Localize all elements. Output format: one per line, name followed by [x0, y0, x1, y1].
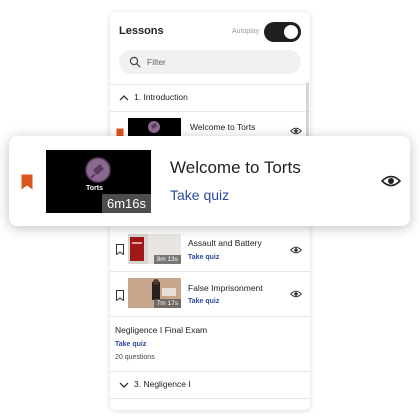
divider: [110, 371, 310, 372]
section-label: 3. Negligence I: [134, 379, 191, 389]
chevron-down-icon: [119, 382, 129, 388]
autoplay-toggle[interactable]: [264, 22, 301, 42]
video-duration: 6m16s: [101, 194, 151, 213]
divider: [110, 84, 310, 85]
divider: [110, 398, 310, 399]
scrollbar[interactable]: [306, 82, 309, 142]
question-count: 20 questions: [115, 354, 155, 361]
divider: [110, 271, 310, 272]
eye-icon[interactable]: [290, 126, 302, 136]
filter-input[interactable]: [147, 54, 287, 70]
panel-header: Lessons Autoplay: [110, 12, 310, 52]
take-quiz-link[interactable]: Take quiz: [188, 254, 219, 261]
take-quiz-link[interactable]: Take quiz: [188, 298, 219, 305]
video-duration: 9m 13s: [153, 255, 181, 264]
eye-icon[interactable]: [381, 173, 401, 189]
panel-title: Lessons: [119, 25, 164, 37]
lesson-item-assault[interactable]: 9m 13s Assault and Battery Take quiz: [110, 230, 310, 272]
exam-item[interactable]: Negligence I Final Exam Take quiz 20 que…: [110, 319, 310, 369]
bookmark-icon[interactable]: [21, 174, 33, 190]
section-negligence-i[interactable]: 3. Negligence I: [110, 374, 310, 396]
lesson-detail-card[interactable]: Torts 6m16s Welcome to Torts Take quiz: [9, 136, 410, 226]
bookmark-icon[interactable]: [116, 290, 124, 301]
bookmark-icon[interactable]: [116, 244, 124, 255]
section-introduction[interactable]: 1. Introduction: [110, 87, 310, 109]
video-thumbnail[interactable]: 7m 17s: [128, 278, 181, 308]
divider: [110, 316, 310, 317]
eye-icon[interactable]: [290, 289, 302, 299]
lesson-title: Welcome to Torts: [170, 158, 301, 177]
toggle-knob: [284, 25, 298, 39]
filter-box[interactable]: [119, 50, 301, 74]
eye-icon[interactable]: [290, 245, 302, 255]
thumbnail-label: Torts: [86, 185, 103, 192]
exam-title: Negligence I Final Exam: [115, 325, 208, 335]
take-quiz-link[interactable]: Take quiz: [115, 341, 146, 348]
lesson-title: Assault and Battery: [188, 238, 262, 248]
lesson-item-false-imprisonment[interactable]: 7m 17s False Imprisonment Take quiz: [110, 274, 310, 318]
lesson-title: False Imprisonment: [188, 283, 263, 293]
video-thumbnail[interactable]: Torts 6m16s: [46, 150, 151, 213]
search-icon: [129, 56, 141, 68]
video-duration: 7m 17s: [153, 299, 181, 308]
video-thumbnail[interactable]: 9m 13s: [128, 234, 181, 264]
section-label: 1. Introduction: [134, 92, 188, 102]
take-quiz-link[interactable]: Take quiz: [170, 187, 229, 203]
lesson-title: Welcome to Torts: [190, 122, 256, 132]
autoplay-label: Autoplay: [232, 28, 260, 35]
divider: [110, 111, 310, 112]
chevron-up-icon: [119, 95, 129, 101]
